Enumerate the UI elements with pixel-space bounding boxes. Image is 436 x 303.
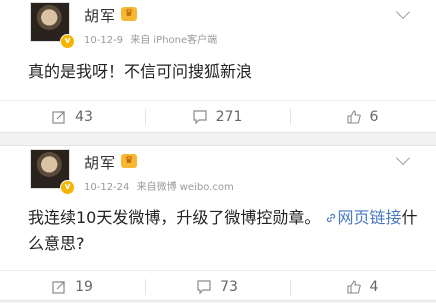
repost-count: 19 <box>75 279 93 295</box>
chevron-down-icon[interactable] <box>395 4 411 20</box>
like-button[interactable]: 4 <box>290 271 435 303</box>
like-count: 4 <box>369 279 379 295</box>
comment-button[interactable]: 271 <box>145 101 290 133</box>
crown-icon[interactable]: ♛ <box>121 154 137 168</box>
post-source: 来自 iPhone客户端 <box>130 35 218 46</box>
post-actions: 43 271 6 <box>0 100 436 133</box>
comment-count: 73 <box>220 279 238 295</box>
comment-icon <box>197 280 211 294</box>
link-icon <box>327 213 336 223</box>
repost-button[interactable]: 19 <box>0 271 145 303</box>
like-button[interactable]: 6 <box>290 101 435 133</box>
comment-icon <box>193 110 207 124</box>
post-actions: 19 73 4 <box>0 270 436 303</box>
chevron-down-icon[interactable] <box>395 150 411 166</box>
post-text: 真的是我呀！不信可问搜狐新浪 <box>28 62 253 81</box>
web-link[interactable]: 网页链接 <box>325 208 401 227</box>
post-body: 我连续10天发微博，升级了微博控勋章。 网页链接什么意思? <box>28 205 418 257</box>
web-link-label[interactable]: 网页链接 <box>337 208 401 227</box>
repost-count: 43 <box>75 109 93 125</box>
verified-badge-icon: v <box>60 34 75 49</box>
thumbs-up-icon <box>346 280 361 294</box>
comment-button[interactable]: 73 <box>145 271 290 303</box>
weibo-post-2: v 胡军 ♛ 10-12-24 来自微博 weibo.com 我连续10天发微博… <box>0 145 436 301</box>
repost-button[interactable]: 43 <box>0 101 145 133</box>
username[interactable]: 胡军 <box>84 152 116 173</box>
timestamp[interactable]: 10-12-9 <box>84 35 123 46</box>
comment-count: 271 <box>215 109 243 125</box>
post-source: 来自微博 weibo.com <box>136 182 234 193</box>
post-meta: 10-12-24 来自微博 weibo.com <box>84 178 234 193</box>
crown-icon[interactable]: ♛ <box>121 7 137 21</box>
post-body: 真的是我呀！不信可问搜狐新浪 <box>28 59 252 85</box>
verified-badge-icon: v <box>60 180 75 195</box>
timestamp[interactable]: 10-12-24 <box>84 182 129 193</box>
thumbs-up-icon <box>346 110 361 124</box>
repost-icon <box>52 281 65 294</box>
like-count: 6 <box>369 109 379 125</box>
post-text: 我连续10天发微博，升级了微博控勋章。 <box>28 208 321 227</box>
repost-icon <box>52 111 65 124</box>
username[interactable]: 胡军 <box>84 5 116 26</box>
post-meta: 10-12-9 来自 iPhone客户端 <box>84 31 217 46</box>
weibo-post-1: v 胡军 ♛ 10-12-9 来自 iPhone客户端 真的是我呀！不信可问搜狐… <box>0 0 436 133</box>
